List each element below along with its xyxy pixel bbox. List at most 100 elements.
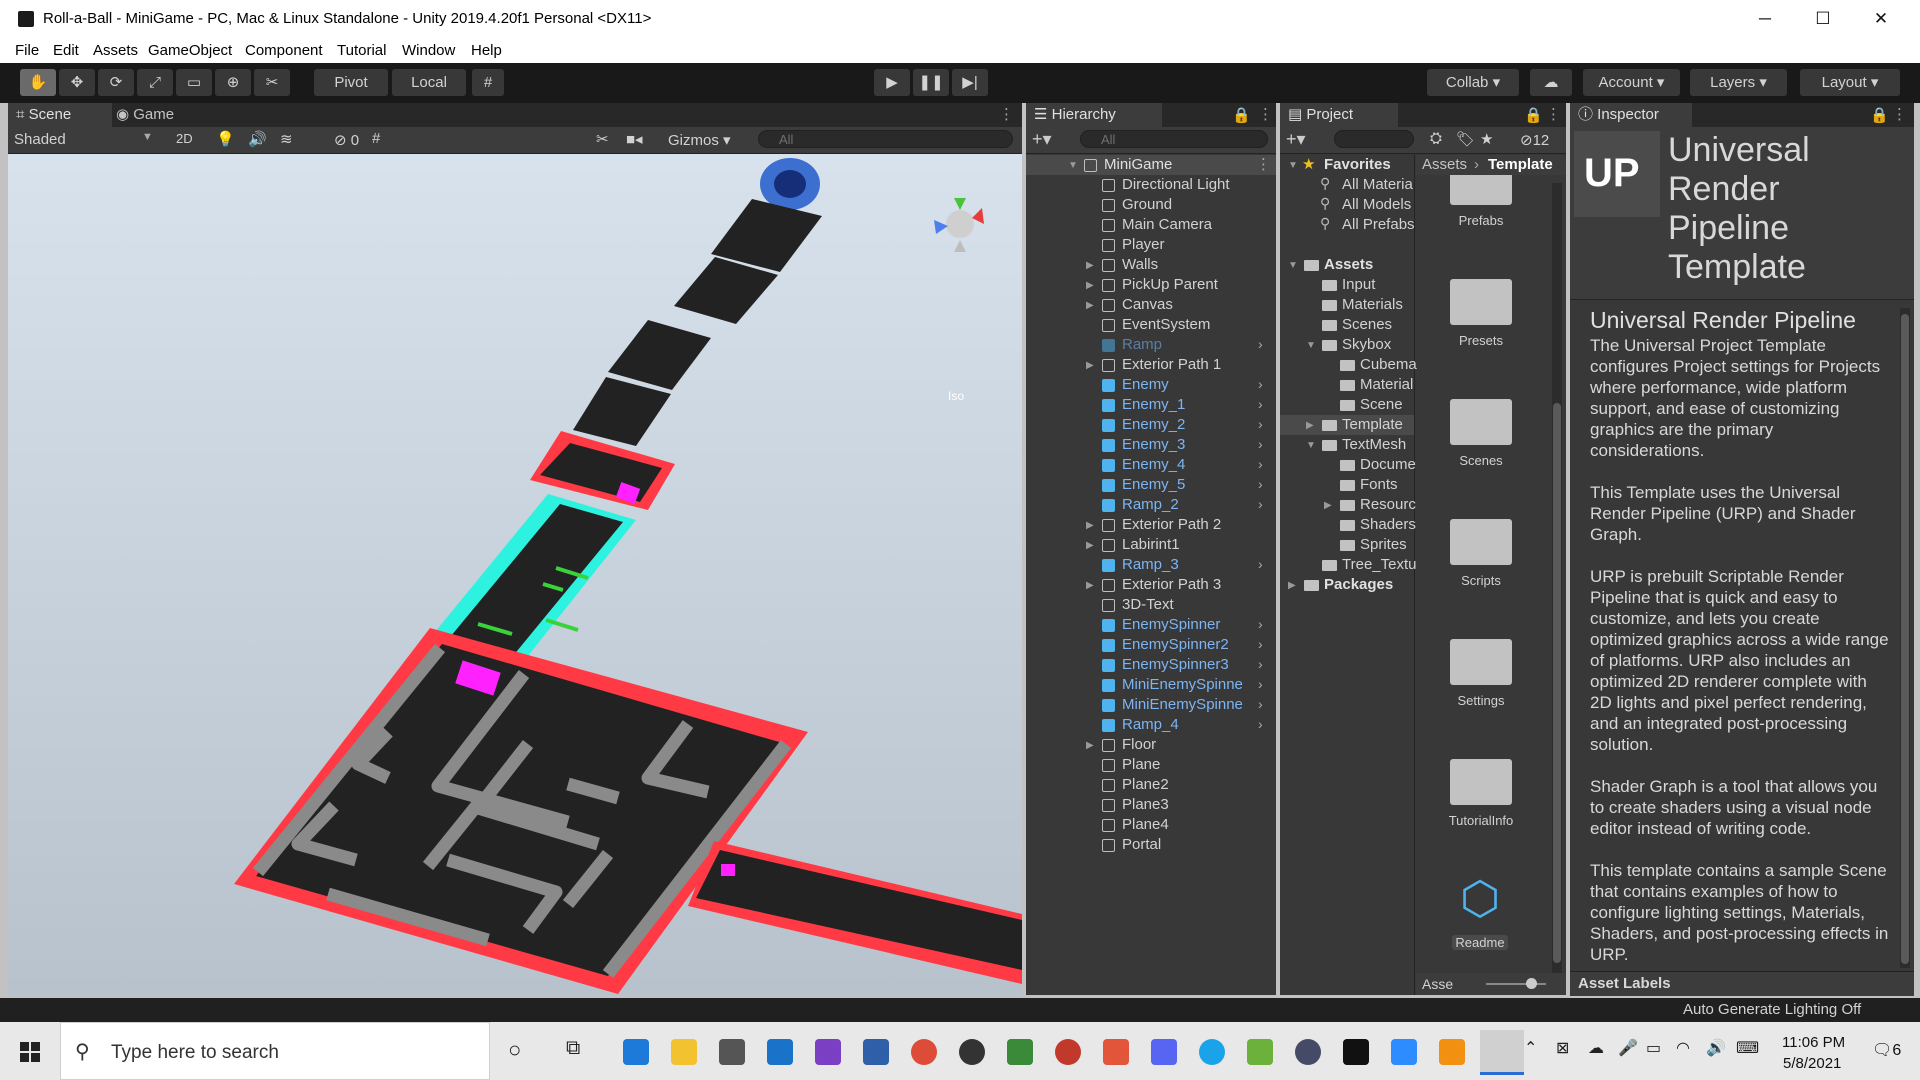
hierarchy-item[interactable]: ▶ Canvas bbox=[1026, 295, 1276, 315]
expand-arrow-icon[interactable]: ▶ bbox=[1086, 300, 1094, 311]
open-prefab-chevron-icon[interactable]: › bbox=[1258, 556, 1263, 572]
project-tree-item[interactable]: ▼ ★ Favorites bbox=[1280, 155, 1414, 175]
scale-tool-icon[interactable]: ⤢ bbox=[137, 69, 173, 96]
taskbar-date[interactable]: 5/8/2021 bbox=[1783, 1055, 1841, 1072]
hierarchy-item[interactable]: ▶ Exterior Path 1 bbox=[1026, 355, 1276, 375]
open-prefab-chevron-icon[interactable]: › bbox=[1258, 416, 1263, 432]
eclipse-icon[interactable] bbox=[1295, 1039, 1321, 1065]
project-tree-item[interactable]: ⚲ All Prefabs bbox=[1280, 215, 1415, 235]
taskbar-search-input[interactable]: ⚲ Type here to search bbox=[60, 1022, 490, 1080]
hierarchy-item[interactable]: Enemy_4 › bbox=[1026, 455, 1276, 475]
open-prefab-chevron-icon[interactable]: › bbox=[1258, 376, 1263, 392]
notification-icon[interactable]: 🗨6 bbox=[1872, 1040, 1901, 1060]
hierarchy-item[interactable]: ▶ Exterior Path 3 bbox=[1026, 575, 1276, 595]
menu-help[interactable]: Help bbox=[471, 42, 502, 59]
tab-scene[interactable]: ⌗ Scene bbox=[8, 103, 112, 127]
shading-mode-dropdown[interactable]: Shaded bbox=[14, 131, 66, 148]
camera-icon[interactable]: ■◂ bbox=[626, 130, 643, 148]
open-prefab-chevron-icon[interactable]: › bbox=[1258, 676, 1263, 692]
tools-icon[interactable]: ✂ bbox=[596, 130, 609, 148]
create-asset-button[interactable]: +▾ bbox=[1286, 129, 1306, 150]
hierarchy-item[interactable]: MiniEnemySpinne › bbox=[1026, 695, 1276, 715]
open-prefab-chevron-icon[interactable]: › bbox=[1258, 336, 1263, 352]
tray-keyboard-icon[interactable]: ⌨ bbox=[1736, 1038, 1759, 1058]
project-tree-item[interactable]: Shaders bbox=[1280, 515, 1416, 535]
minimize-button[interactable]: ─ bbox=[1736, 4, 1794, 34]
whiteboard-icon[interactable] bbox=[863, 1039, 889, 1065]
tray-volume-icon[interactable]: 🔊 bbox=[1706, 1038, 1726, 1058]
kebab-icon[interactable]: ⋮ bbox=[999, 105, 1014, 123]
tab-inspector[interactable]: ⓘ Inspector bbox=[1570, 103, 1692, 127]
hierarchy-item[interactable]: Enemy_3 › bbox=[1026, 435, 1276, 455]
hierarchy-item[interactable]: Portal bbox=[1026, 835, 1276, 855]
custom-tool-icon[interactable]: ✂ bbox=[254, 69, 290, 96]
menu-edit[interactable]: Edit bbox=[53, 42, 79, 59]
pause-icon[interactable]: ❚❚ bbox=[913, 69, 949, 96]
expand-arrow-icon[interactable]: ▶ bbox=[1288, 580, 1296, 591]
tray-wifi-icon[interactable]: ◠ bbox=[1676, 1038, 1690, 1058]
asset-grid-item[interactable]: Prefabs bbox=[1416, 175, 1546, 251]
hierarchy-item[interactable]: Plane bbox=[1026, 755, 1276, 775]
hidden-packages-toggle[interactable]: ⊘12 bbox=[1520, 131, 1549, 149]
tab-project[interactable]: ▤ Project bbox=[1280, 103, 1398, 127]
move-tool-icon[interactable]: ✥ bbox=[59, 69, 95, 96]
visual-studio-icon[interactable] bbox=[815, 1039, 841, 1065]
hierarchy-item[interactable]: EnemySpinner3 › bbox=[1026, 655, 1276, 675]
blender-icon[interactable] bbox=[1103, 1039, 1129, 1065]
zoom-icon[interactable] bbox=[1391, 1039, 1417, 1065]
asset-grid-item[interactable]: Settings bbox=[1416, 615, 1546, 731]
open-prefab-chevron-icon[interactable]: › bbox=[1258, 476, 1263, 492]
hierarchy-item[interactable]: Main Camera bbox=[1026, 215, 1276, 235]
chrome-icon[interactable] bbox=[911, 1039, 937, 1065]
hierarchy-item[interactable]: ▶ Exterior Path 2 bbox=[1026, 515, 1276, 535]
open-prefab-chevron-icon[interactable]: › bbox=[1258, 696, 1263, 712]
hierarchy-item[interactable]: Ground bbox=[1026, 195, 1276, 215]
sublime-icon[interactable] bbox=[1439, 1039, 1465, 1065]
hierarchy-item[interactable]: Enemy_5 › bbox=[1026, 475, 1276, 495]
project-tree-item[interactable]: ▶ Packages bbox=[1280, 575, 1414, 595]
audio-icon[interactable]: 🔊 bbox=[248, 130, 267, 148]
hand-tool-icon[interactable]: ✋ bbox=[20, 69, 56, 96]
breadcrumb-root[interactable]: Assets bbox=[1422, 155, 1467, 175]
expand-arrow-icon[interactable]: ▼ bbox=[1306, 340, 1316, 351]
icon-size-slider[interactable] bbox=[1486, 983, 1546, 985]
menu-window[interactable]: Window bbox=[402, 42, 455, 59]
hierarchy-item[interactable]: Plane2 bbox=[1026, 775, 1276, 795]
unity-taskbar-icon[interactable] bbox=[1480, 1030, 1524, 1075]
hierarchy-search-input[interactable]: All bbox=[1080, 130, 1268, 148]
breadcrumb-current[interactable]: Template bbox=[1488, 155, 1553, 175]
menu-component[interactable]: Component bbox=[245, 42, 323, 59]
asset-grid-item[interactable]: Scenes bbox=[1416, 375, 1546, 491]
asset-grid-item[interactable]: Scripts bbox=[1416, 495, 1546, 611]
menu-file[interactable]: File bbox=[15, 42, 39, 59]
asset-grid-item[interactable]: ⬡ Readme bbox=[1416, 855, 1546, 971]
rect-tool-icon[interactable]: ▭ bbox=[176, 69, 212, 96]
tray-chevron-icon[interactable]: ⌃ bbox=[1524, 1038, 1537, 1058]
hierarchy-item[interactable]: 3D-Text bbox=[1026, 595, 1276, 615]
tab-game[interactable]: ◉ Game bbox=[108, 103, 196, 127]
tab-hierarchy[interactable]: ☰ Hierarchy bbox=[1026, 103, 1162, 127]
rotate-tool-icon[interactable]: ⟳ bbox=[98, 69, 134, 96]
hierarchy-item[interactable]: Enemy_1 › bbox=[1026, 395, 1276, 415]
hierarchy-item[interactable]: EnemySpinner2 › bbox=[1026, 635, 1276, 655]
toggle-2d-button[interactable]: 2D bbox=[176, 131, 193, 146]
open-prefab-chevron-icon[interactable]: › bbox=[1258, 716, 1263, 732]
hierarchy-item[interactable]: EventSystem bbox=[1026, 315, 1276, 335]
asset-grid-item[interactable]: TutorialInfo bbox=[1416, 735, 1546, 851]
expand-arrow-icon[interactable]: ▶ bbox=[1324, 500, 1332, 511]
menu-tutorial[interactable]: Tutorial bbox=[337, 42, 386, 59]
hierarchy-item[interactable]: MiniEnemySpinne › bbox=[1026, 675, 1276, 695]
hierarchy-item[interactable]: Ramp_4 › bbox=[1026, 715, 1276, 735]
project-tree-item[interactable]: ▶ Template bbox=[1280, 415, 1414, 435]
expand-arrow-icon[interactable]: ▶ bbox=[1086, 360, 1094, 371]
project-tree-item[interactable]: Sprites bbox=[1280, 535, 1414, 555]
asset-grid-item[interactable]: Presets bbox=[1416, 255, 1546, 371]
local-button[interactable]: Local bbox=[392, 69, 466, 96]
hierarchy-item[interactable]: Plane4 bbox=[1026, 815, 1276, 835]
tray-battery-icon[interactable]: ▭ bbox=[1646, 1038, 1661, 1058]
account-dropdown[interactable]: Account ▾ bbox=[1583, 69, 1680, 96]
create-button[interactable]: +▾ bbox=[1032, 129, 1052, 150]
scene-viewport[interactable]: Iso bbox=[8, 154, 1022, 995]
open-prefab-chevron-icon[interactable]: › bbox=[1258, 636, 1263, 652]
open-prefab-chevron-icon[interactable]: › bbox=[1258, 436, 1263, 452]
